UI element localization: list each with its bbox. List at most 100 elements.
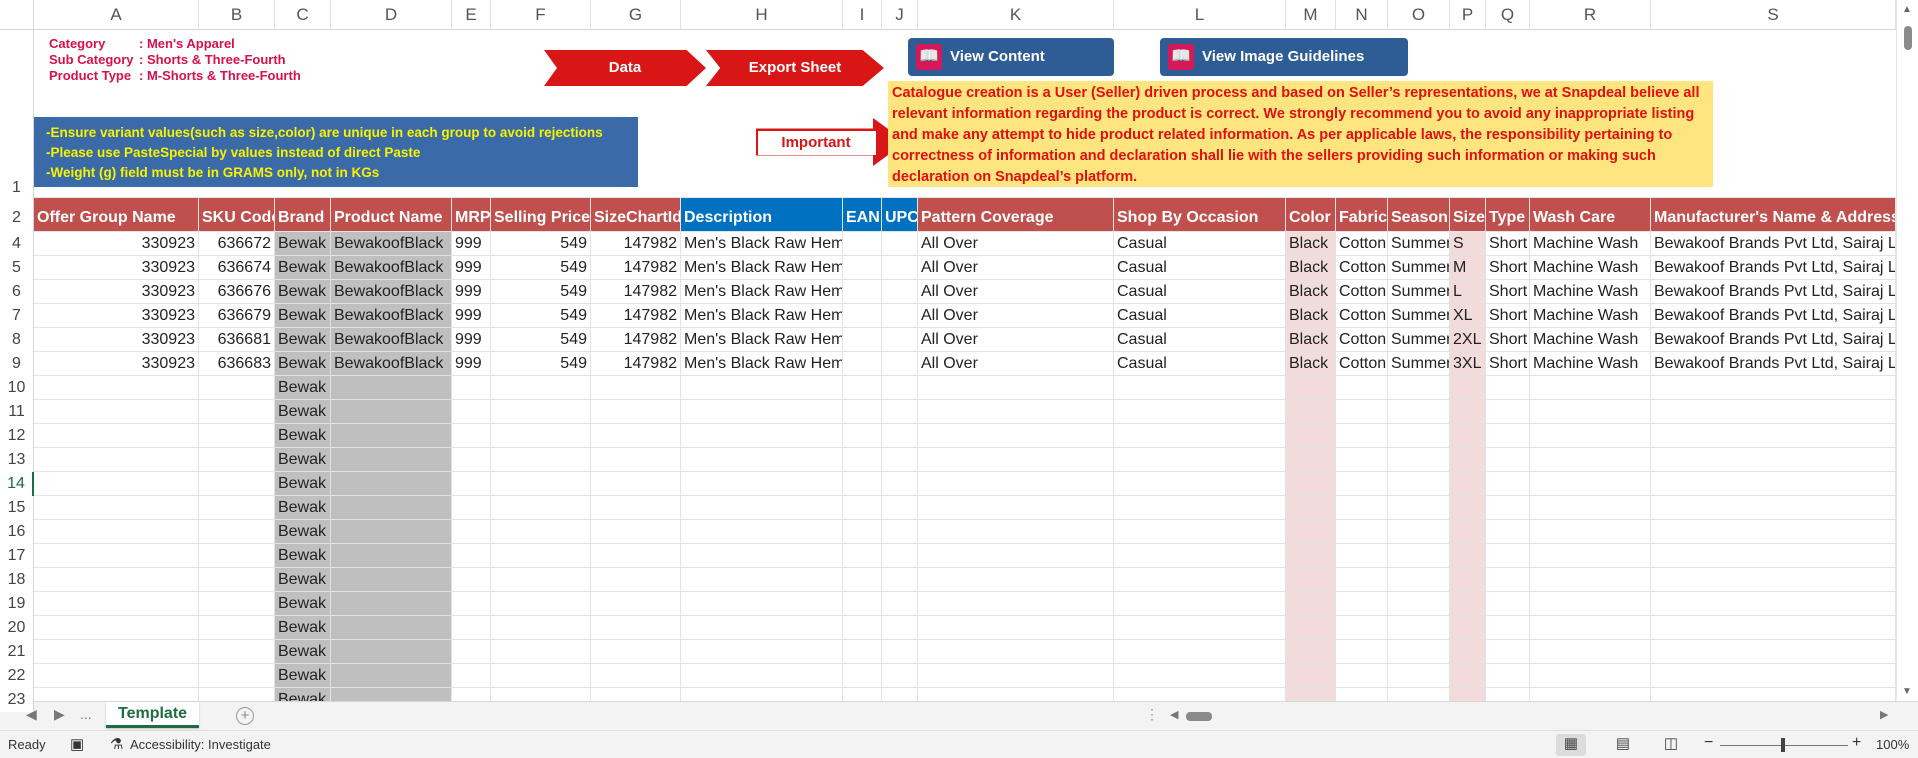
- column-header-N[interactable]: N: [1336, 0, 1388, 30]
- table-cell[interactable]: [1114, 376, 1286, 400]
- table-cell[interactable]: [918, 640, 1114, 664]
- table-cell[interactable]: Bewak: [275, 664, 331, 688]
- table-cell[interactable]: Bewak: [275, 616, 331, 640]
- macro-record-icon[interactable]: ▣: [70, 735, 84, 753]
- table-cell[interactable]: [452, 616, 491, 640]
- table-cell[interactable]: Casual: [1114, 304, 1286, 328]
- column-title-cell[interactable]: MRP: [452, 198, 491, 232]
- table-cell[interactable]: [681, 664, 843, 688]
- page-break-view-icon[interactable]: ◫: [1656, 734, 1686, 756]
- table-cell[interactable]: [882, 520, 918, 544]
- table-cell[interactable]: [1450, 496, 1486, 520]
- table-cell[interactable]: 999: [452, 256, 491, 280]
- table-cell[interactable]: [331, 400, 452, 424]
- next-sheet-icon[interactable]: ▶: [54, 706, 65, 723]
- table-cell[interactable]: [1336, 544, 1388, 568]
- row-header-20[interactable]: 20: [0, 616, 34, 640]
- table-cell[interactable]: [1114, 520, 1286, 544]
- table-cell[interactable]: 3XL: [1450, 352, 1486, 376]
- table-cell[interactable]: Cotton: [1336, 280, 1388, 304]
- table-cell[interactable]: Casual: [1114, 280, 1286, 304]
- table-cell[interactable]: [681, 592, 843, 616]
- table-cell[interactable]: Machine Wash: [1530, 280, 1651, 304]
- column-title-cell[interactable]: Description: [681, 198, 843, 232]
- table-cell[interactable]: 999: [452, 304, 491, 328]
- table-cell[interactable]: [882, 496, 918, 520]
- table-cell[interactable]: [199, 592, 275, 616]
- table-cell[interactable]: [882, 616, 918, 640]
- table-cell[interactable]: [1530, 544, 1651, 568]
- table-cell[interactable]: [591, 592, 681, 616]
- table-cell[interactable]: [1486, 520, 1530, 544]
- table-cell[interactable]: [452, 568, 491, 592]
- table-cell[interactable]: [1336, 496, 1388, 520]
- table-cell[interactable]: Bewak: [275, 520, 331, 544]
- row-header-13[interactable]: 13: [0, 448, 34, 472]
- row-header-6[interactable]: 6: [0, 280, 34, 304]
- table-cell[interactable]: [918, 616, 1114, 640]
- column-header-C[interactable]: C: [275, 0, 331, 30]
- table-cell[interactable]: [1651, 544, 1896, 568]
- table-cell[interactable]: [491, 400, 591, 424]
- table-cell[interactable]: [1388, 424, 1450, 448]
- table-cell[interactable]: [1530, 424, 1651, 448]
- table-cell[interactable]: [452, 640, 491, 664]
- table-cell[interactable]: Summer: [1388, 232, 1450, 256]
- table-cell[interactable]: [1486, 664, 1530, 688]
- column-header-Q[interactable]: Q: [1486, 0, 1530, 30]
- column-header-D[interactable]: D: [331, 0, 452, 30]
- table-cell[interactable]: [1530, 448, 1651, 472]
- table-cell[interactable]: [1336, 592, 1388, 616]
- table-cell[interactable]: [1114, 472, 1286, 496]
- table-cell[interactable]: [1388, 376, 1450, 400]
- table-cell[interactable]: [1388, 496, 1450, 520]
- table-cell[interactable]: Bewakoof Brands Pvt Ltd, Sairaj L: [1651, 232, 1896, 256]
- table-cell[interactable]: [918, 544, 1114, 568]
- table-cell[interactable]: Short: [1486, 304, 1530, 328]
- table-cell[interactable]: 147982: [591, 328, 681, 352]
- table-cell[interactable]: 636683: [199, 352, 275, 376]
- table-cell[interactable]: Bewak: [275, 592, 331, 616]
- horizontal-scroll-thumb[interactable]: [1186, 712, 1212, 721]
- table-cell[interactable]: [1450, 424, 1486, 448]
- table-cell[interactable]: [452, 544, 491, 568]
- table-cell[interactable]: 549: [491, 304, 591, 328]
- table-cell[interactable]: [1114, 616, 1286, 640]
- table-cell[interactable]: [1450, 640, 1486, 664]
- table-cell[interactable]: [918, 472, 1114, 496]
- table-cell[interactable]: BewakoofBlack: [331, 304, 452, 328]
- table-cell[interactable]: [34, 400, 199, 424]
- data-button[interactable]: Data: [544, 50, 706, 86]
- table-cell[interactable]: [1388, 688, 1450, 701]
- column-title-cell[interactable]: Type: [1486, 198, 1530, 232]
- table-cell[interactable]: [918, 520, 1114, 544]
- column-title-cell[interactable]: UPC: [882, 198, 918, 232]
- table-cell[interactable]: [1450, 616, 1486, 640]
- table-cell[interactable]: BewakoofBlack: [331, 280, 452, 304]
- table-cell[interactable]: [491, 592, 591, 616]
- table-cell[interactable]: [1286, 616, 1336, 640]
- table-cell[interactable]: [1530, 640, 1651, 664]
- table-cell[interactable]: [1486, 568, 1530, 592]
- table-cell[interactable]: [681, 448, 843, 472]
- table-cell[interactable]: 636679: [199, 304, 275, 328]
- table-cell[interactable]: [591, 664, 681, 688]
- table-cell[interactable]: [1450, 568, 1486, 592]
- table-cell[interactable]: [34, 496, 199, 520]
- table-cell[interactable]: Short: [1486, 232, 1530, 256]
- table-cell[interactable]: 549: [491, 328, 591, 352]
- row-header-9[interactable]: 9: [0, 352, 34, 376]
- table-cell[interactable]: [452, 520, 491, 544]
- table-cell[interactable]: [681, 568, 843, 592]
- table-cell[interactable]: [1388, 664, 1450, 688]
- table-cell[interactable]: [1486, 496, 1530, 520]
- table-cell[interactable]: [1486, 424, 1530, 448]
- column-title-cell[interactable]: Season: [1388, 198, 1450, 232]
- export-sheet-button[interactable]: Export Sheet: [706, 50, 884, 86]
- column-title-cell[interactable]: Color: [1286, 198, 1336, 232]
- table-cell[interactable]: [452, 448, 491, 472]
- table-cell[interactable]: [1114, 640, 1286, 664]
- table-cell[interactable]: [34, 472, 199, 496]
- table-cell[interactable]: Bewak: [275, 352, 331, 376]
- row-header-10[interactable]: 10: [0, 376, 34, 400]
